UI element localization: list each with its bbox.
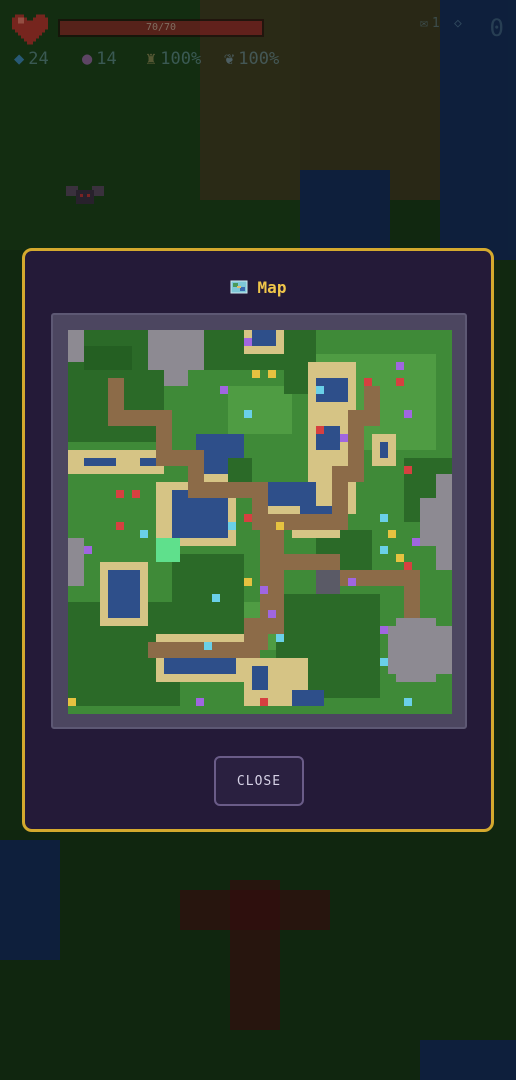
stat-b: ❦ 100%: [224, 48, 279, 70]
hud: 70/70 ◆ 24 ● 14 ♜ 100% ❦ 100% ✉ 1 ◇ 0: [0, 0, 516, 80]
stat-a-value: 100%: [160, 49, 202, 69]
minimap[interactable]: [68, 330, 452, 714]
key-count: 1: [431, 16, 440, 31]
score-value: 0: [489, 14, 504, 42]
key-stat: ✉ 1: [420, 16, 440, 31]
soul-stat: ● 14: [82, 48, 117, 70]
map-dialog: Map CLOSE: [22, 248, 494, 832]
dialog-title: Map: [257, 277, 287, 297]
health-text: 70/70: [145, 22, 177, 33]
map-icon: [230, 280, 248, 294]
close-button[interactable]: CLOSE: [214, 756, 304, 806]
soul-count: 14: [96, 49, 117, 69]
wing-icon: ❦: [224, 49, 235, 69]
minimap-frame: [51, 313, 467, 729]
key-icon: ✉: [420, 16, 428, 31]
soul-icon: ●: [82, 49, 93, 69]
heart-icon: [12, 14, 48, 45]
trophy-icon: ♜: [146, 49, 157, 69]
stat-b-value: 100%: [238, 49, 280, 69]
health-bar: 70/70: [58, 19, 264, 37]
player-marker: [156, 538, 180, 562]
diamond-stat: ◇: [454, 16, 462, 31]
dialog-header: Map: [25, 275, 491, 299]
gem-icon: ◆: [14, 49, 25, 69]
gem-count: 24: [28, 49, 49, 69]
diamond-icon: ◇: [454, 16, 462, 31]
gem-stat: ◆ 24: [14, 48, 49, 70]
stat-a: ♜ 100%: [146, 48, 201, 70]
